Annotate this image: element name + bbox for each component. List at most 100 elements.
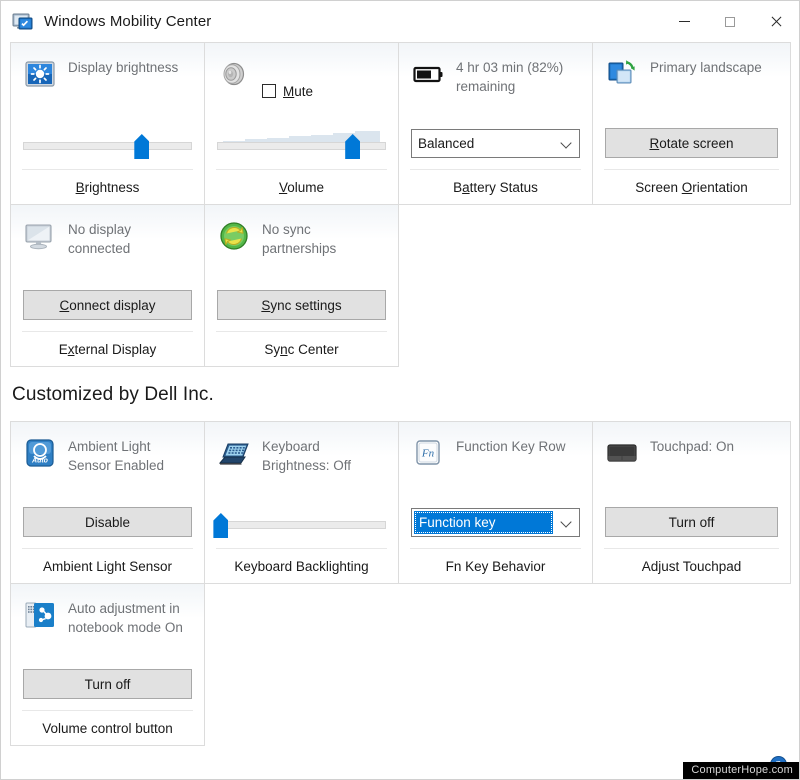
mute-checkbox[interactable] <box>262 84 276 98</box>
minimize-button[interactable] <box>661 1 707 42</box>
fn-key-combo[interactable]: Function key <box>411 507 580 537</box>
watermark: ComputerHope.com <box>683 762 799 779</box>
chevron-down-icon[interactable] <box>553 139 579 148</box>
tile-footer-link[interactable]: Adjust Touchpad <box>604 548 779 583</box>
keyboard-backlight-icon <box>217 436 251 470</box>
tile-footer-link[interactable]: Volume <box>216 169 387 204</box>
tile-status-text: Touchpad: On <box>650 439 735 454</box>
svg-text:Fn: Fn <box>421 448 435 460</box>
tile-footer-link[interactable]: Brightness <box>22 169 193 204</box>
tile-keyboard-backlighting[interactable]: Keyboard Brightness: Off Keyboard Backli… <box>204 421 399 584</box>
tile-header: Touchpad: On <box>593 422 790 496</box>
tile-control: Balanced <box>399 117 592 169</box>
rotate-screen-button[interactable]: Rotate screen <box>605 128 778 158</box>
svg-text:Auto: Auto <box>31 458 49 465</box>
tile-status-text: Function Key Row <box>456 439 566 454</box>
standard-tile-grid: Display brightness Brightness Mute Volum… <box>10 42 792 367</box>
tile-control: Disable <box>11 496 204 548</box>
chevron-down-icon[interactable] <box>553 518 579 527</box>
section-title: Customized by Dell Inc. <box>12 384 214 405</box>
footer-label: Adjust Touchpad <box>641 558 742 574</box>
tile-status-text: Auto adjustment in notebook mode On <box>68 601 183 635</box>
tile-footer-link[interactable]: Screen Orientation <box>604 169 779 204</box>
mute-checkbox-row[interactable]: Mute <box>262 57 313 117</box>
tile-display-brightness[interactable]: Display brightness Brightness <box>10 42 205 205</box>
battery-icon <box>411 57 445 91</box>
close-button[interactable] <box>753 1 799 42</box>
tile-fn-key-behavior[interactable]: Fn Function Key Row Function key Fn Key … <box>398 421 593 584</box>
button-label: Turn off <box>668 514 715 530</box>
tile-status-text: No display connected <box>68 222 132 256</box>
button-label: Connect display <box>59 297 156 313</box>
footer-label: Battery Status <box>453 179 538 195</box>
window-controls <box>661 1 799 42</box>
speaker-icon <box>217 57 251 91</box>
turn-off-volume-auto-button[interactable]: Turn off <box>23 669 192 699</box>
tile-status-text: Keyboard Brightness: Off <box>262 439 352 473</box>
slider-thumb[interactable] <box>134 134 150 159</box>
tile-volume[interactable]: Mute Volume <box>204 42 399 205</box>
tile-footer-link[interactable]: External Display <box>22 331 193 366</box>
button-label: Sync settings <box>261 297 342 313</box>
tile-header: Auto adjustment in notebook mode On <box>11 584 204 658</box>
tile-control: Turn off <box>11 658 204 710</box>
tile-ambient-light-sensor[interactable]: Auto Ambient Light Sensor Enabled Disabl… <box>10 421 205 584</box>
slider-track <box>217 521 386 529</box>
tile-footer-link[interactable]: Sync Center <box>216 331 387 366</box>
footer-label: Keyboard Backlighting <box>234 558 369 574</box>
sync-settings-button[interactable]: Sync settings <box>217 290 386 320</box>
tile-screen-orientation[interactable]: Primary landscape Rotate screen Screen O… <box>592 42 791 205</box>
tile-header: 4 hr 03 min (82%) remaining <box>399 43 592 117</box>
turn-off-touchpad-button[interactable]: Turn off <box>605 507 778 537</box>
button-label: Rotate screen <box>649 135 734 151</box>
tile-control <box>11 117 204 169</box>
tile-control: Connect display <box>11 279 204 331</box>
footer-label: Fn Key Behavior <box>445 558 546 574</box>
connect-display-button[interactable]: Connect display <box>23 290 192 320</box>
tile-footer-link[interactable]: Keyboard Backlighting <box>216 548 387 583</box>
minimize-icon <box>678 21 690 22</box>
tile-footer-link[interactable]: Battery Status <box>410 169 581 204</box>
tile-status-text: Ambient Light Sensor Enabled <box>68 439 165 473</box>
maximize-button[interactable] <box>707 1 753 42</box>
tile-header: Mute <box>205 43 398 117</box>
tile-external-display[interactable]: No display connected Connect display Ext… <box>10 204 205 367</box>
tile-control <box>205 117 398 169</box>
footer-label: Volume control button <box>42 720 173 736</box>
tile-status-text: Display brightness <box>68 60 179 75</box>
tile-header: Auto Ambient Light Sensor Enabled <box>11 422 204 496</box>
window-title: Windows Mobility Center <box>44 13 212 30</box>
screen-rotate-icon <box>605 57 639 91</box>
tile-adjust-touchpad[interactable]: Touchpad: On Turn off Adjust Touchpad <box>592 421 791 584</box>
monitor-icon <box>23 219 57 253</box>
disable-button[interactable]: Disable <box>23 507 192 537</box>
tile-sync-center[interactable]: No sync partnerships Sync settings Sync … <box>204 204 399 367</box>
title-bar: Windows Mobility Center <box>1 1 799 42</box>
slider-thumb[interactable] <box>213 513 229 538</box>
footer-label: Volume <box>278 179 325 195</box>
ambient-light-sensor-icon: Auto <box>23 436 57 470</box>
tile-volume-control-button[interactable]: Auto adjustment in notebook mode On Turn… <box>10 583 205 746</box>
tile-header: Display brightness <box>11 43 204 117</box>
keyboard-brightness-slider[interactable] <box>213 505 386 539</box>
tile-footer-link[interactable]: Fn Key Behavior <box>410 548 581 583</box>
combo-value: Balanced <box>418 135 475 151</box>
tile-footer-link[interactable]: Volume control button <box>22 710 193 745</box>
fn-key-icon: Fn <box>411 436 445 470</box>
brightness-slider[interactable] <box>23 126 192 160</box>
brightness-icon <box>23 57 57 91</box>
tile-status-text: 4 hr 03 min (82%) remaining <box>456 60 564 94</box>
button-label: Turn off <box>84 676 131 692</box>
footer-label: External Display <box>58 341 157 357</box>
volume-slider[interactable] <box>217 126 386 160</box>
sync-icon <box>217 219 251 253</box>
power-plan-combo[interactable]: Balanced <box>411 128 580 158</box>
tile-battery-status[interactable]: 4 hr 03 min (82%) remaining Balanced Bat… <box>398 42 593 205</box>
mute-label: Mute <box>283 83 314 99</box>
tile-header: Keyboard Brightness: Off <box>205 422 398 496</box>
tile-footer-link[interactable]: Ambient Light Sensor <box>22 548 193 583</box>
close-icon <box>770 15 783 28</box>
tile-header: No display connected <box>11 205 204 279</box>
slider-track <box>217 142 386 150</box>
tile-control: Rotate screen <box>593 117 790 169</box>
